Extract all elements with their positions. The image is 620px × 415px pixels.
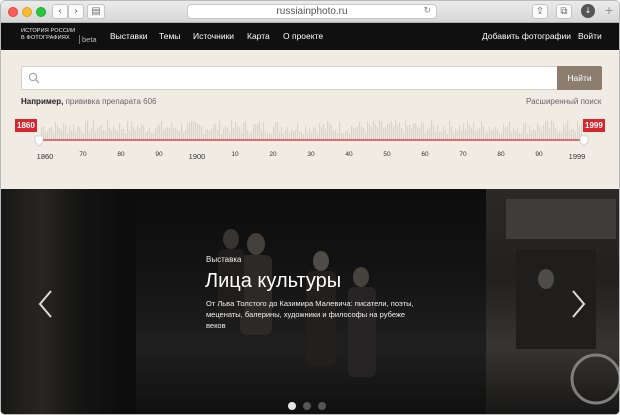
search-button[interactable]: Найти — [557, 66, 602, 90]
timeline-year-label: 10 — [231, 151, 239, 158]
timeline-year-label: 1860 — [36, 152, 54, 161]
timeline-year-label: 50 — [383, 151, 391, 158]
photo-density-histogram — [34, 120, 589, 147]
timeline-year-label: 30 — [307, 151, 315, 158]
advanced-search-link[interactable]: Расширенный поиск — [526, 97, 601, 106]
timeline-year-label: 1900 — [188, 152, 206, 161]
timeline-year-label: 70 — [79, 151, 87, 158]
nav-themes[interactable]: Темы — [159, 31, 180, 41]
plus-icon: + — [604, 4, 614, 17]
tabs-icon: ⧉ — [560, 6, 568, 17]
next-slide-icon[interactable] — [568, 289, 588, 319]
site-logo[interactable]: ИСТОРИЯ РОССИИ В ФОТОГРАФИЯХ — [21, 28, 75, 42]
beta-label: beta — [79, 35, 97, 44]
start-handle[interactable] — [34, 135, 44, 147]
search-icon — [28, 72, 40, 84]
sidebar-icon: ▤ — [91, 6, 101, 17]
url-text: russiainphoto.ru — [276, 6, 348, 17]
search-input[interactable] — [21, 66, 557, 90]
timeline-year-label: 40 — [345, 151, 353, 158]
nav-about[interactable]: О проекте — [283, 31, 323, 41]
nav-map[interactable]: Карта — [247, 31, 270, 41]
hero-carousel: Выставка Лица культуры От Льва Толстого … — [1, 189, 619, 414]
logo-line-2: В ФОТОГРАФИЯХ — [21, 35, 70, 41]
login-link[interactable]: Войти — [578, 31, 602, 41]
add-photos-link[interactable]: Добавить фотографии — [482, 31, 571, 41]
timeline-year-label: 20 — [269, 151, 277, 158]
minimize-window-button[interactable] — [22, 7, 32, 17]
browser-window: ‹ › ▤ russiainphoto.ru ↻ ⇪ ⧉ ↓ + ИСТОРИЯ… — [0, 0, 620, 415]
end-year-badge[interactable]: 1999 — [583, 119, 605, 132]
example-query[interactable]: прививка препарата 606 — [66, 97, 157, 106]
downloads-button[interactable]: ↓ — [581, 4, 597, 19]
timeline-year-label: 90 — [155, 151, 163, 158]
back-button[interactable]: ‹ — [52, 4, 68, 19]
address-bar[interactable]: russiainphoto.ru ↻ — [187, 4, 437, 19]
close-window-button[interactable] — [8, 7, 18, 17]
timeline-year-label: 70 — [459, 151, 467, 158]
nav-sources[interactable]: Источники — [193, 31, 234, 41]
exhibit-tag: Выставка — [206, 255, 242, 264]
prev-slide-icon[interactable] — [36, 289, 56, 319]
timeline-year-label: 90 — [535, 151, 543, 158]
forward-button[interactable]: › — [68, 4, 84, 19]
logo-line-1: ИСТОРИЯ РОССИИ — [21, 28, 76, 34]
timeline-year-label: 1999 — [568, 152, 586, 161]
carousel-dots — [288, 397, 333, 410]
zoom-window-button[interactable] — [36, 7, 46, 17]
new-tab-button[interactable]: + — [603, 5, 615, 18]
search-example: Например, прививка препарата 606 — [21, 97, 156, 106]
start-year-badge[interactable]: 1860 — [15, 119, 37, 132]
carousel-dot[interactable] — [288, 402, 296, 410]
carousel-dot[interactable] — [303, 402, 311, 410]
share-button[interactable]: ⇪ — [532, 4, 548, 19]
year-timeline: 1860 1999 1860 70 80 90 1900 10 20 30 40 50 60 70 80… — [1, 109, 619, 169]
tabs-button[interactable]: ⧉ — [556, 4, 572, 19]
exhibit-description: От Льва Толстого до Казимира Малевича: п… — [206, 299, 414, 330]
reload-icon[interactable]: ↻ — [423, 5, 431, 18]
exhibit-title[interactable]: Лица культуры — [205, 270, 341, 293]
share-icon: ⇪ — [535, 6, 545, 17]
chevron-left-icon: ‹ — [58, 6, 62, 17]
site-header: ИСТОРИЯ РОССИИ В ФОТОГРАФИЯХ beta Выстав… — [1, 23, 619, 50]
example-label: Например, — [21, 97, 64, 106]
end-handle[interactable] — [579, 135, 589, 147]
carousel-dot[interactable] — [318, 402, 326, 410]
timeline-year-label: 60 — [421, 151, 429, 158]
nav-exhibitions[interactable]: Выставки — [110, 31, 148, 41]
chevron-right-icon: › — [74, 6, 78, 17]
browser-toolbar: ‹ › ▤ russiainphoto.ru ↻ ⇪ ⧉ ↓ + — [1, 1, 619, 23]
timeline-year-label: 80 — [117, 151, 125, 158]
sidebar-toggle-button[interactable]: ▤ — [87, 4, 105, 19]
timeline-year-label: 80 — [497, 151, 505, 158]
download-icon: ↓ — [581, 4, 595, 18]
